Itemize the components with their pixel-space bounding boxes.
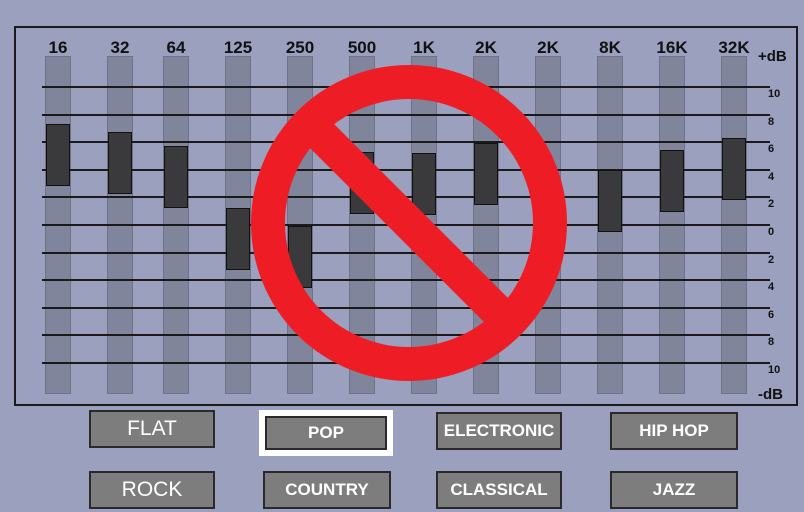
scale-label: 8 xyxy=(768,115,775,128)
scale-label: 0 xyxy=(768,226,775,238)
gridline xyxy=(42,196,760,199)
scale-label: 2 xyxy=(768,253,775,266)
band-frequency-label: 32K xyxy=(718,38,750,57)
preset-rock-button[interactable]: ROCK xyxy=(89,471,215,509)
slider-knob[interactable] xyxy=(46,124,70,186)
slider-knob[interactable] xyxy=(108,132,132,195)
preset-country-button[interactable]: COUNTRY xyxy=(263,471,391,509)
slider-knob[interactable] xyxy=(350,151,374,214)
gridline xyxy=(42,168,760,171)
minus-db-label: -dB xyxy=(758,386,783,403)
slider-knob[interactable] xyxy=(660,150,684,213)
preset-pop-button[interactable]: POP xyxy=(259,410,393,456)
gridline xyxy=(42,86,760,88)
gridline xyxy=(42,306,760,309)
preset-classical-button[interactable]: CLASSICAL xyxy=(436,471,562,509)
preset-flat-button[interactable]: FLAT xyxy=(89,410,215,448)
scale-label: 10 xyxy=(768,88,781,100)
slider-knob[interactable] xyxy=(474,143,498,206)
equalizer-panel: 10 8 6 4 2 0 2 4 6 8 10 16 32 64 125 250 500 1K 2K 2K 8K 16K 3… xyxy=(14,26,798,406)
preset-pop-label: POP xyxy=(265,416,387,450)
scale-label: 6 xyxy=(768,308,775,321)
preset-hiphop-button[interactable]: HIP HOP xyxy=(610,412,738,450)
band-frequency-label: 8K xyxy=(599,38,621,57)
band-frequency-label: 250 xyxy=(285,38,315,57)
band-frequency-label: 32 xyxy=(110,38,130,57)
slider-knob[interactable] xyxy=(412,152,436,215)
gridline xyxy=(42,334,760,337)
gridline xyxy=(42,279,760,282)
scale-label: 8 xyxy=(768,336,775,349)
slider-knob[interactable] xyxy=(536,190,560,253)
slider-knob[interactable] xyxy=(288,226,312,289)
plus-db-label: +dB xyxy=(758,48,787,65)
band-frequency-label: 1K xyxy=(413,38,435,57)
gridline xyxy=(42,141,760,144)
slider-knob[interactable] xyxy=(226,208,250,271)
preset-electronic-button[interactable]: ELECTRONIC xyxy=(436,412,562,450)
scale-label: 6 xyxy=(768,143,775,156)
band-frequency-label: 500 xyxy=(347,38,377,57)
band-frequency-label: 64 xyxy=(166,38,186,57)
gridline xyxy=(42,251,760,254)
slider-knob[interactable] xyxy=(722,137,746,200)
band-frequency-label: 16K xyxy=(656,38,688,57)
scale-label: 4 xyxy=(768,170,775,183)
gridline xyxy=(42,113,760,116)
scale-label: 2 xyxy=(768,198,775,211)
band-frequency-label: 16 xyxy=(48,38,68,57)
gridline xyxy=(42,224,760,226)
preset-jazz-button[interactable]: JAZZ xyxy=(610,471,738,509)
gridline xyxy=(42,362,760,364)
scale-label: 4 xyxy=(768,281,775,294)
band-frequency-label: 2K xyxy=(537,38,559,57)
slider-knob[interactable] xyxy=(164,146,188,209)
scale-label: 10 xyxy=(768,364,781,376)
slider-knob[interactable] xyxy=(598,169,622,232)
band-frequency-label: 2K xyxy=(475,38,497,57)
band-frequency-label: 125 xyxy=(223,38,253,57)
